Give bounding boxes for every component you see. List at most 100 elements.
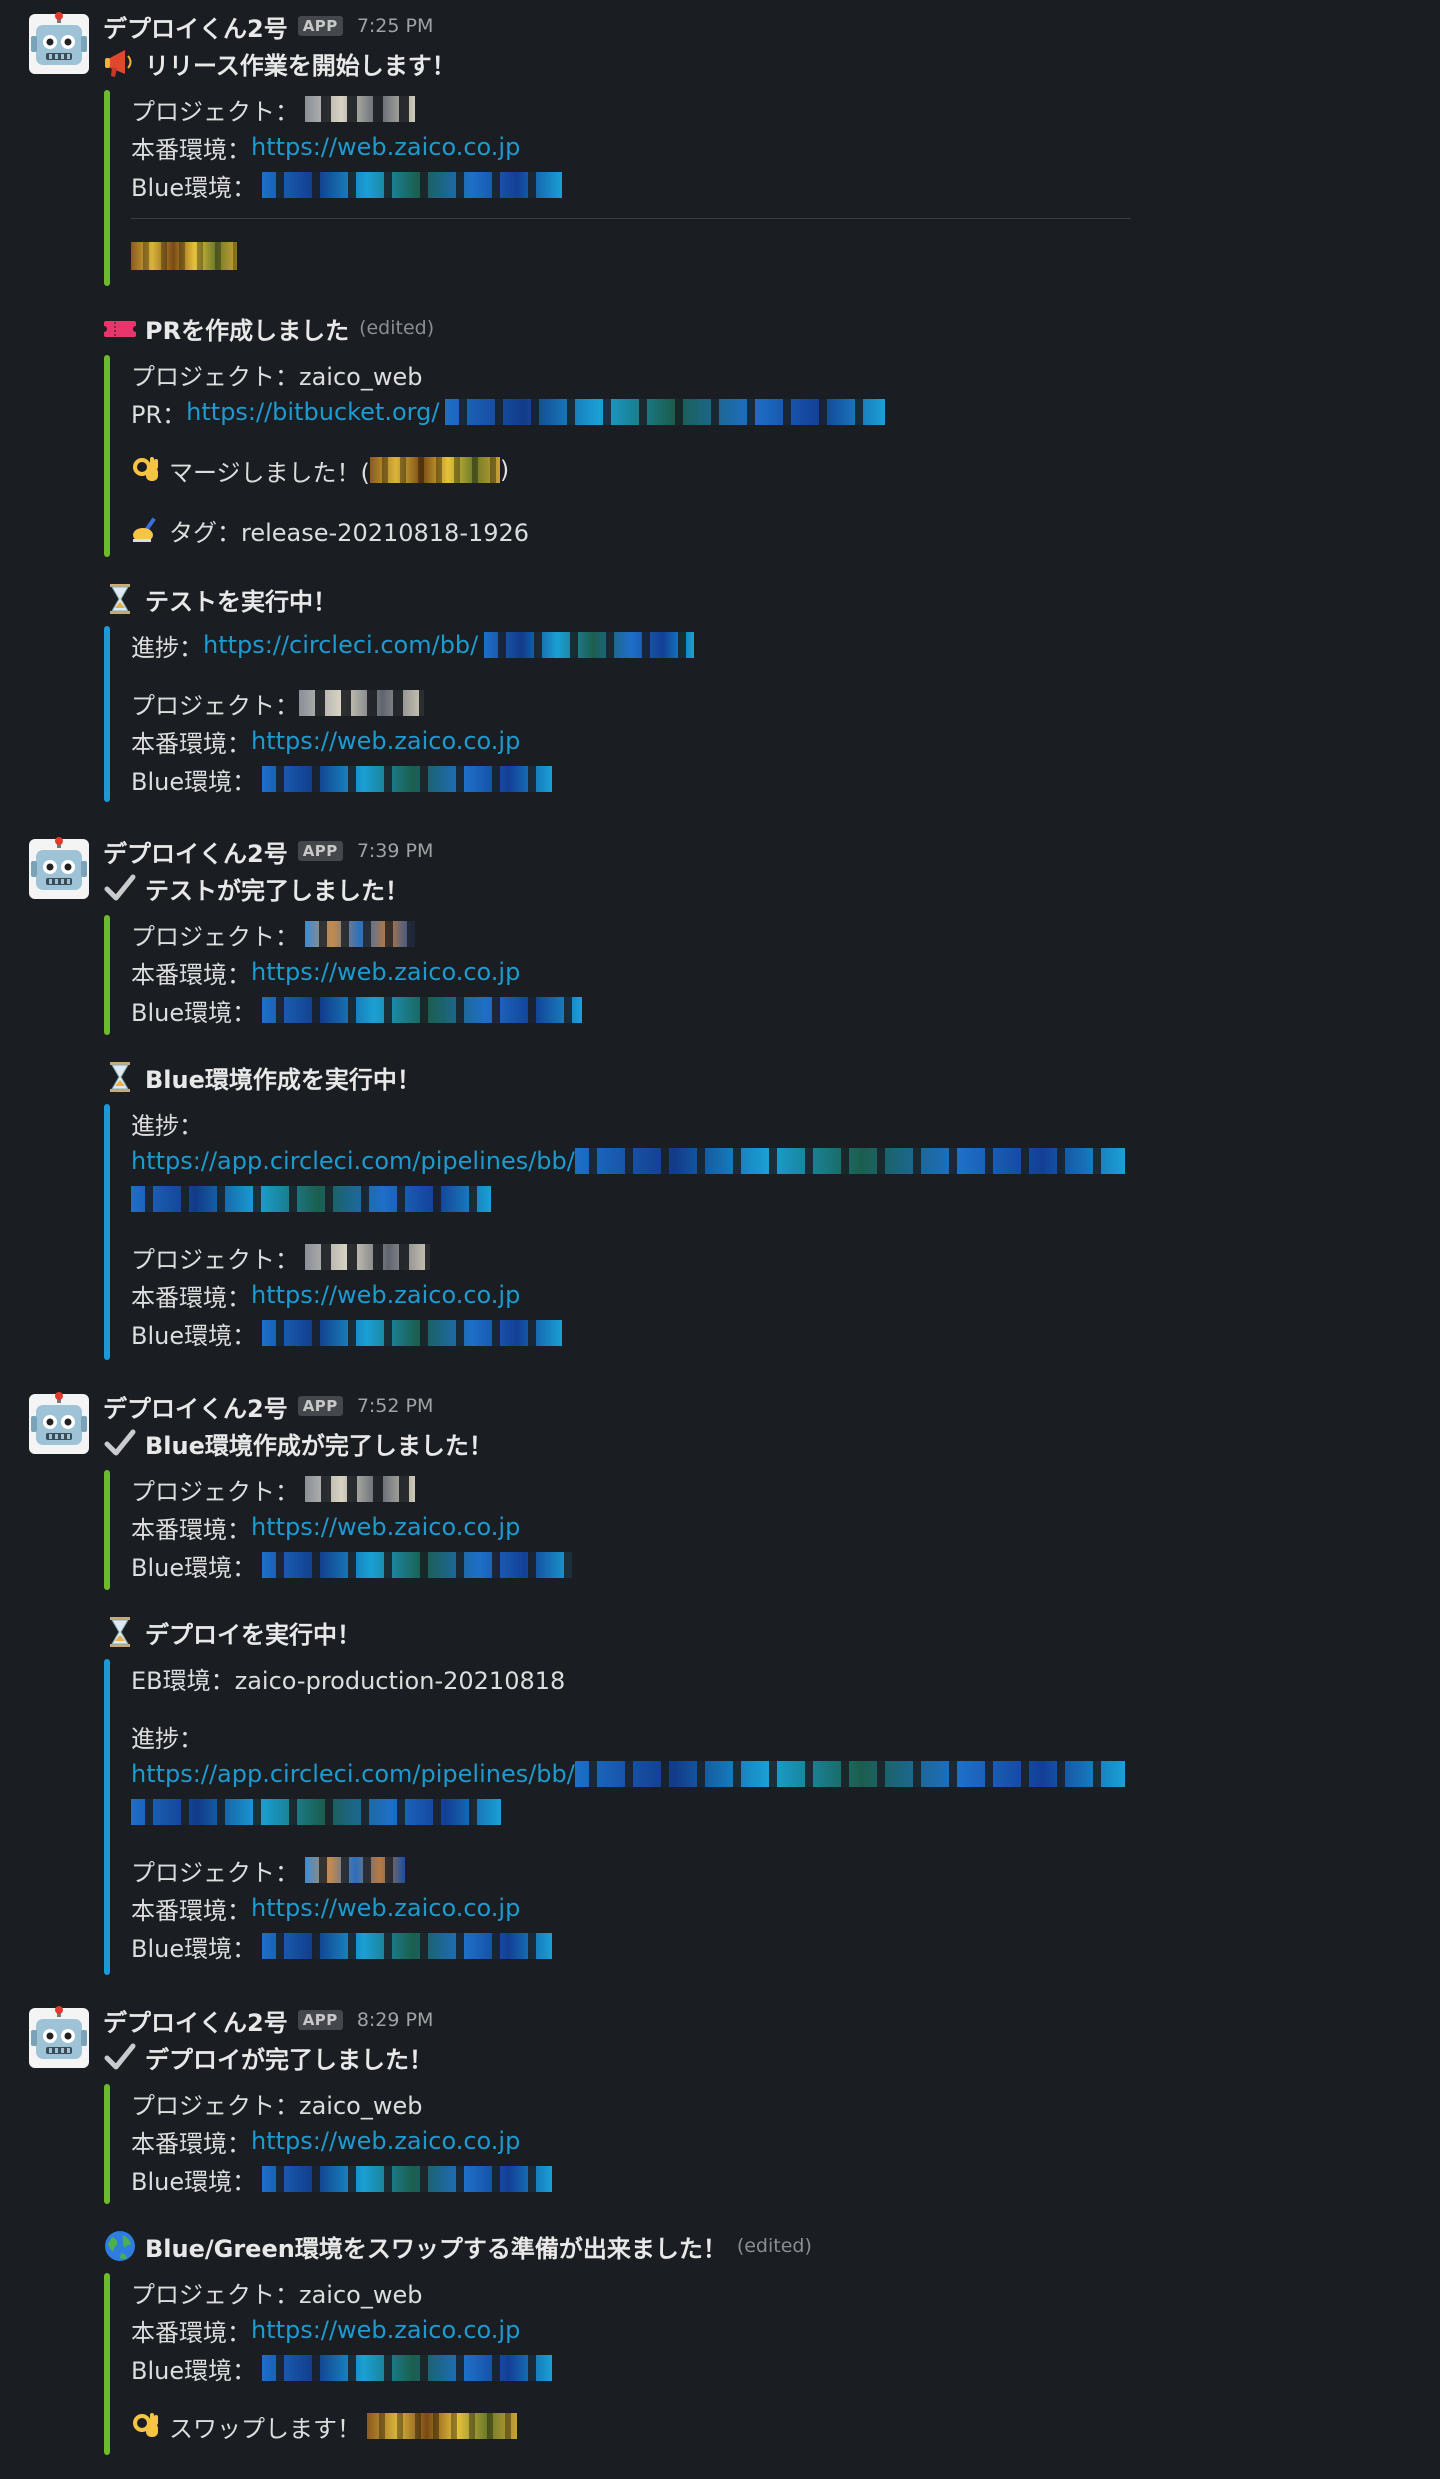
project-label: プロジェクト：: [131, 1858, 299, 1887]
redacted-value: [305, 1244, 430, 1270]
project-line: プロジェクト：zaico_web: [131, 357, 422, 391]
redacted-value: [369, 457, 500, 483]
block-title-row: Blue/Green環境をスワップする準備が出来ました！ (edited): [103, 2227, 812, 2265]
divider: [131, 218, 1131, 219]
pr-label: PR：: [131, 400, 187, 429]
progress-link[interactable]: https://app.circleci.com/pipelines/bb/: [131, 1760, 575, 1788]
block-title: Blue環境作成を実行中！: [145, 1065, 421, 1094]
project-line: プロジェクト：zaico_web: [131, 2275, 422, 2309]
timestamp[interactable]: 7:25 PM: [357, 15, 434, 37]
prod-env-label: 本番環境：: [131, 960, 251, 989]
prod-env-line: 本番環境： https://web.zaico.co.jp: [131, 1510, 520, 1544]
blue-env-line: Blue環境：: [131, 2351, 553, 2385]
blue-env-line: Blue環境：: [131, 1548, 573, 1582]
blue-env-label: Blue環境：: [131, 1321, 257, 1350]
robot-avatar-icon[interactable]: [27, 1392, 91, 1456]
sender-name[interactable]: デプロイくん2号: [103, 2003, 288, 2038]
attachment-bar: [104, 915, 110, 1035]
message-header: デプロイくん2号 APP 8:29 PM: [103, 2002, 433, 2038]
prod-env-link[interactable]: https://web.zaico.co.jp: [251, 1894, 520, 1922]
swap-line: スワップします！: [131, 2409, 517, 2443]
attachment-bar: [104, 90, 110, 286]
attachment-bar: [104, 2273, 110, 2455]
block-title-row: デプロイが完了しました！: [103, 2038, 433, 2076]
redacted-value[interactable]: [262, 172, 563, 198]
redacted-value[interactable]: [131, 1799, 501, 1825]
megaphone-icon: [103, 46, 137, 80]
redacted-value[interactable]: [262, 1552, 573, 1578]
prod-env-line: 本番環境： https://web.zaico.co.jp: [131, 724, 520, 758]
attachment-bar: [104, 1470, 110, 1590]
project-line: プロジェクト：: [131, 686, 424, 720]
prod-env-label: 本番環境：: [131, 2129, 251, 2158]
project-line: プロジェクト：: [131, 92, 415, 126]
prod-env-link[interactable]: https://web.zaico.co.jp: [251, 727, 520, 755]
attachment: プロジェクト：zaico_web 本番環境： https://web.zaico…: [104, 2273, 1144, 2455]
progress-link[interactable]: https://circleci.com/bb/: [203, 631, 478, 659]
hourglass-icon: [103, 582, 137, 616]
pr-link[interactable]: https://bitbucket.org/: [186, 398, 439, 426]
message-header: デプロイくん2号 APP 7:25 PM: [103, 8, 433, 44]
blue-env-label: Blue環境：: [131, 1934, 257, 1963]
prod-env-link[interactable]: https://web.zaico.co.jp: [251, 1281, 520, 1309]
redacted-value[interactable]: [262, 2166, 553, 2192]
progress-link[interactable]: https://app.circleci.com/pipelines/bb/: [131, 1147, 575, 1175]
timestamp[interactable]: 7:39 PM: [357, 840, 434, 862]
message-header: デプロイくん2号 APP 7:52 PM: [103, 1388, 433, 1424]
prod-env-link[interactable]: https://web.zaico.co.jp: [251, 2316, 520, 2344]
prod-env-label: 本番環境：: [131, 729, 251, 758]
block-title-row: PRを作成しました (edited): [101, 309, 434, 347]
progress-link-line: https://app.circleci.com/pipelines/bb/: [131, 1144, 1125, 1178]
blue-env-label: Blue環境：: [131, 1553, 257, 1582]
redacted-value[interactable]: [262, 2355, 553, 2381]
message-feed: デプロイくん2号 APP 7:25 PM リリース作業を開始します！ プロジェク…: [0, 0, 1440, 2479]
attachment-bar: [104, 2084, 110, 2204]
robot-avatar-icon[interactable]: [27, 12, 91, 76]
blue-env-label: Blue環境：: [131, 173, 257, 202]
redacted-value: [367, 2413, 517, 2439]
block-title-row: テストを実行中！: [103, 580, 337, 618]
redacted-value[interactable]: [262, 1320, 563, 1346]
robot-avatar-icon[interactable]: [27, 837, 91, 901]
check-icon: [103, 871, 137, 905]
redacted-value[interactable]: [574, 1761, 1125, 1787]
robot-avatar-icon[interactable]: [27, 2006, 91, 2070]
progress-link-line: https://app.circleci.com/pipelines/bb/: [131, 1757, 1125, 1791]
prod-env-link[interactable]: https://web.zaico.co.jp: [251, 958, 520, 986]
prod-env-line: 本番環境： https://web.zaico.co.jp: [131, 1278, 520, 1312]
project-label: プロジェクト：: [131, 97, 299, 126]
blue-env-label: Blue環境：: [131, 2167, 257, 2196]
app-badge: APP: [297, 1396, 343, 1416]
redacted-value[interactable]: [262, 997, 583, 1023]
sender-name[interactable]: デプロイくん2号: [103, 834, 288, 869]
attachment-bar: [104, 1104, 110, 1360]
prod-env-label: 本番環境：: [131, 1283, 251, 1312]
progress-link-wrap: [131, 1795, 501, 1829]
redacted-value[interactable]: [574, 1148, 1125, 1174]
eb-env-label: EB環境：zaico-production-20210818: [131, 1666, 566, 1695]
prod-env-link[interactable]: https://web.zaico.co.jp: [251, 1513, 520, 1541]
project-label: プロジェクト：zaico_web: [131, 362, 423, 391]
ticket-icon: [101, 311, 139, 345]
redacted-value: [305, 921, 415, 947]
redacted-value[interactable]: [445, 399, 886, 425]
progress-link-wrap: [131, 1182, 491, 1216]
blue-env-line: Blue環境：: [131, 762, 553, 796]
attachment-bar: [104, 1659, 110, 1975]
prod-env-label: 本番環境：: [131, 1896, 251, 1925]
sender-name[interactable]: デプロイくん2号: [103, 9, 288, 44]
block-title-row: Blue環境作成を実行中！: [103, 1058, 421, 1096]
blue-env-line: Blue環境：: [131, 1316, 563, 1350]
sender-name[interactable]: デプロイくん2号: [103, 1389, 288, 1424]
redacted-value[interactable]: [262, 1933, 553, 1959]
prod-env-line: 本番環境： https://web.zaico.co.jp: [131, 2313, 520, 2347]
redacted-value[interactable]: [131, 1186, 491, 1212]
redacted-value[interactable]: [484, 632, 695, 658]
redacted-value[interactable]: [262, 766, 553, 792]
block-title: デプロイが完了しました！: [145, 2045, 433, 2074]
timestamp[interactable]: 7:52 PM: [357, 1395, 434, 1417]
prod-env-link[interactable]: https://web.zaico.co.jp: [251, 2127, 520, 2155]
timestamp[interactable]: 8:29 PM: [357, 2009, 434, 2031]
merged-line: マージしました！( ): [131, 453, 509, 487]
prod-env-link[interactable]: https://web.zaico.co.jp: [251, 133, 520, 161]
